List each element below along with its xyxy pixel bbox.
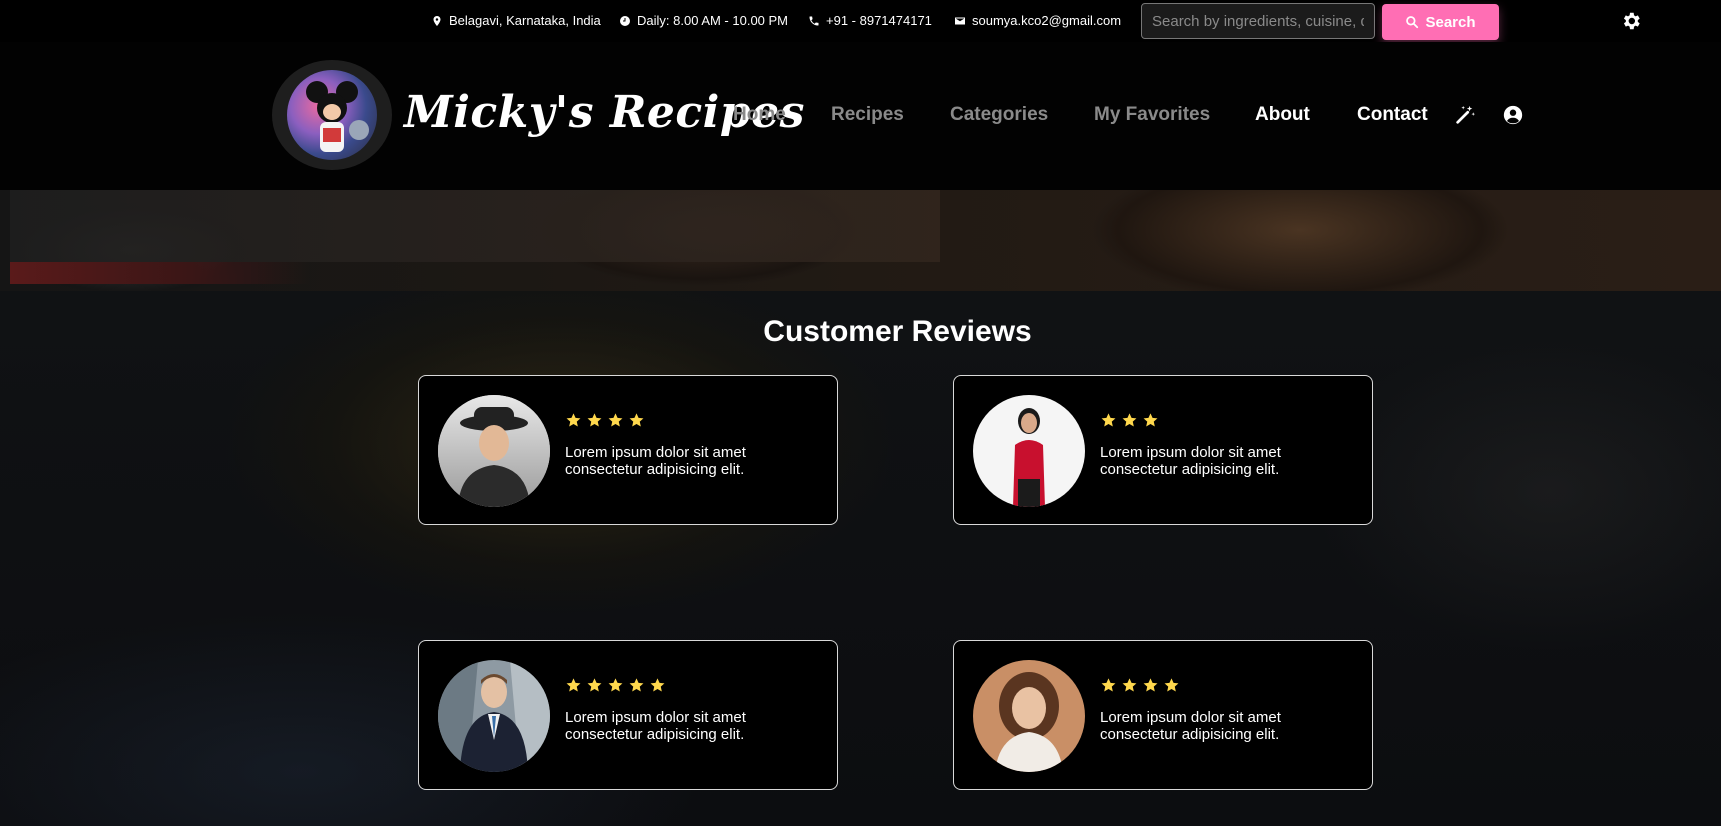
reviewer-avatar — [438, 395, 550, 507]
nav-my-favorites[interactable]: My Favorites — [1094, 104, 1210, 126]
location-info: Belagavi, Karnataka, India — [431, 13, 601, 28]
gear-icon[interactable] — [1620, 10, 1642, 32]
reviewer-avatar — [973, 395, 1085, 507]
nav-home[interactable]: Home — [733, 104, 786, 126]
top-info-bar: Belagavi, Karnataka, India Daily: 8.00 A… — [0, 0, 1721, 42]
review-card: Lorem ipsum dolor sit amet consectetur a… — [418, 640, 838, 790]
location-pin-icon — [433, 15, 441, 26]
review-card: Lorem ipsum dolor sit amet consectetur a… — [953, 375, 1373, 525]
star-icon — [1122, 678, 1137, 692]
review-text: Lorem ipsum dolor sit amet consectetur a… — [1100, 709, 1281, 743]
review-card: Lorem ipsum dolor sit amet consectetur a… — [418, 375, 838, 525]
nav-categories[interactable]: Categories — [950, 104, 1048, 126]
hours-info: Daily: 8.00 AM - 10.00 PM — [619, 13, 788, 28]
star-icon — [1101, 678, 1116, 692]
review-text: Lorem ipsum dolor sit amet consectetur a… — [1100, 444, 1281, 478]
star-icon — [629, 413, 644, 427]
hero-photo-detail — [10, 262, 310, 284]
logo-mascot-image — [287, 70, 377, 160]
review-text: Lorem ipsum dolor sit amet consectetur a… — [565, 444, 746, 478]
star-icon — [566, 678, 581, 692]
star-icon — [608, 678, 623, 692]
star-icon — [1143, 413, 1158, 427]
email-info: soumya.kco2@gmail.com — [954, 13, 1121, 28]
star-icon — [629, 678, 644, 692]
nav-about[interactable]: About — [1255, 104, 1310, 126]
star-icon — [1164, 678, 1179, 692]
site-logo[interactable] — [272, 60, 392, 170]
location-text: Belagavi, Karnataka, India — [449, 13, 601, 28]
hero-photo-band — [0, 190, 1721, 291]
star-icon — [587, 678, 602, 692]
star-icon — [608, 413, 623, 427]
star-icon — [1122, 413, 1137, 427]
magic-wand-icon[interactable] — [1454, 104, 1476, 126]
reviews-background-photo — [0, 291, 1721, 826]
clock-icon — [620, 15, 630, 26]
rating-stars — [565, 677, 666, 694]
rating-stars — [1100, 412, 1159, 429]
customer-reviews-title: Customer Reviews — [763, 315, 1032, 348]
search-button[interactable]: Search — [1382, 4, 1499, 40]
search-icon — [1406, 16, 1419, 29]
review-card: Lorem ipsum dolor sit amet consectetur a… — [953, 640, 1373, 790]
phone-icon — [809, 16, 819, 25]
phone-info: +91 - 8971474171 — [808, 13, 932, 28]
hero-photo-inset — [10, 190, 940, 262]
reviewer-avatar — [438, 660, 550, 772]
nav-recipes[interactable]: Recipes — [831, 104, 904, 126]
star-icon — [650, 678, 665, 692]
phone-text[interactable]: +91 - 8971474171 — [826, 13, 932, 28]
reviewer-avatar — [973, 660, 1085, 772]
rating-stars — [1100, 677, 1180, 694]
email-text[interactable]: soumya.kco2@gmail.com — [972, 13, 1121, 28]
search-input[interactable] — [1141, 3, 1375, 39]
star-icon — [1143, 678, 1158, 692]
user-account-icon[interactable] — [1502, 104, 1524, 126]
main-navbar: Micky's Recipes Home Recipes Categories … — [0, 42, 1721, 190]
star-icon — [1101, 413, 1116, 427]
review-text: Lorem ipsum dolor sit amet consectetur a… — [565, 709, 746, 743]
star-icon — [566, 413, 581, 427]
search-button-label: Search — [1425, 13, 1476, 31]
star-icon — [587, 413, 602, 427]
rating-stars — [565, 412, 645, 429]
envelope-icon — [955, 17, 965, 24]
hours-text: Daily: 8.00 AM - 10.00 PM — [637, 13, 789, 28]
nav-contact[interactable]: Contact — [1357, 104, 1428, 126]
